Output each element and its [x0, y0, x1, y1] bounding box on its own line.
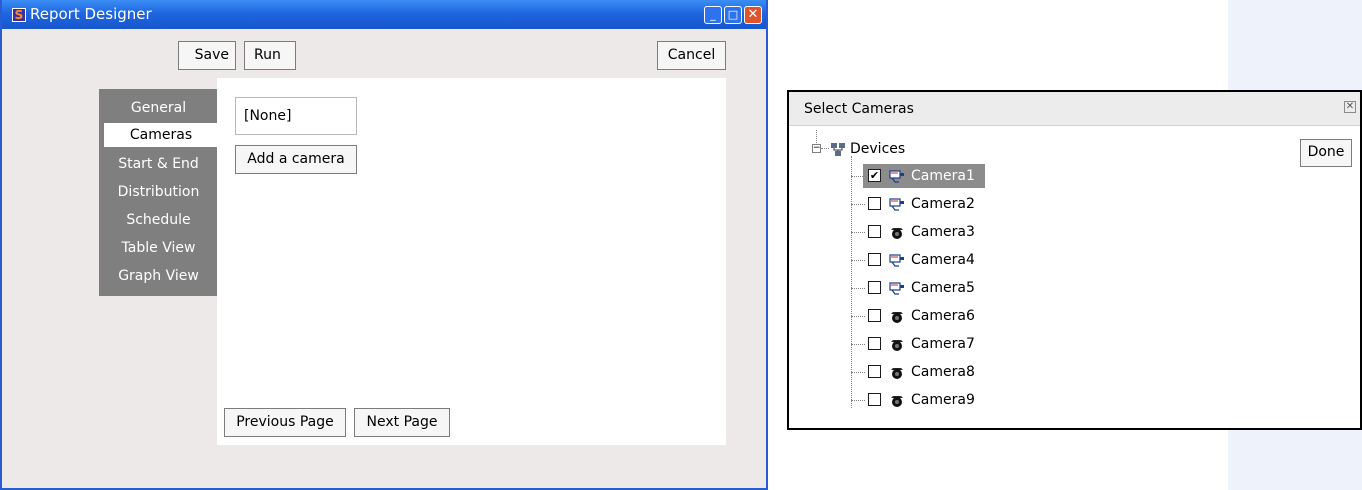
- camera-checkbox[interactable]: [868, 309, 881, 322]
- nav-item-cameras[interactable]: Cameras: [104, 123, 218, 147]
- sidebar-nav: General Cameras Start & End Distribution…: [99, 89, 218, 296]
- tree-connector: [816, 130, 817, 143]
- maximize-button[interactable]: □: [724, 6, 742, 24]
- dome-camera-icon: [891, 312, 903, 323]
- camera-checkbox[interactable]: [868, 253, 881, 266]
- camera-checkbox[interactable]: [868, 225, 881, 238]
- app-logo-icon: S: [12, 8, 26, 22]
- save-button[interactable]: Save: [178, 41, 236, 70]
- camera-label: Camera2: [911, 196, 975, 212]
- cancel-button[interactable]: Cancel: [657, 41, 726, 70]
- camera-label: Camera7: [911, 336, 975, 352]
- camera-checkbox[interactable]: [868, 393, 881, 406]
- dome-camera-icon: [891, 340, 903, 351]
- nav-item-table-view[interactable]: Table View: [99, 235, 218, 261]
- camera-label: Camera9: [911, 392, 975, 408]
- tree-connector: [851, 400, 865, 401]
- title-bar[interactable]: S Report Designer _ □ ✕: [2, 0, 766, 29]
- tree-connector: [851, 344, 865, 345]
- minimize-button[interactable]: _: [704, 6, 722, 24]
- dialog-title-bar: Select Cameras ✕: [789, 92, 1360, 126]
- tree-connector: [851, 372, 865, 373]
- camera-label: Camera3: [911, 224, 975, 240]
- nav-item-general[interactable]: General: [99, 95, 218, 121]
- camera-list-item[interactable]: ✔ Camera1: [863, 164, 985, 188]
- camera-label: Camera1: [911, 168, 975, 184]
- report-designer-window: S Report Designer _ □ ✕ Save Run Cancel …: [0, 0, 768, 490]
- camera-checkbox[interactable]: [868, 197, 881, 210]
- network-devices-icon: [831, 143, 845, 156]
- box-camera-icon: [889, 282, 904, 295]
- camera-label: Camera6: [911, 308, 975, 324]
- nav-item-distribution[interactable]: Distribution: [99, 179, 218, 205]
- camera-checkbox[interactable]: ✔: [868, 169, 881, 182]
- tree-connector: [851, 260, 865, 261]
- dialog-title: Select Cameras: [804, 101, 914, 117]
- camera-checkbox[interactable]: [868, 281, 881, 294]
- camera-label: Camera8: [911, 364, 975, 380]
- run-button[interactable]: Run: [244, 41, 296, 70]
- tree-connector: [851, 204, 865, 205]
- dialog-close-button[interactable]: ✕: [1344, 101, 1356, 113]
- tree-connector: [851, 232, 865, 233]
- dome-camera-icon: [891, 368, 903, 379]
- tree-root-devices[interactable]: Devices: [850, 141, 905, 157]
- window-title: Report Designer: [30, 5, 152, 23]
- collapse-toggle[interactable]: −: [812, 144, 821, 153]
- box-camera-icon: [889, 170, 904, 183]
- previous-page-button[interactable]: Previous Page: [224, 408, 346, 437]
- tree-connector: [851, 156, 852, 408]
- box-camera-icon: [889, 198, 904, 211]
- box-camera-icon: [889, 254, 904, 267]
- selected-cameras-field: [None]: [235, 97, 357, 135]
- tree-connector: [851, 288, 865, 289]
- dome-camera-icon: [891, 228, 903, 239]
- next-page-button[interactable]: Next Page: [354, 408, 450, 437]
- tree-connector: [851, 316, 865, 317]
- nav-item-graph-view[interactable]: Graph View: [99, 263, 218, 289]
- dome-camera-icon: [891, 396, 903, 407]
- done-button[interactable]: Done: [1300, 139, 1352, 167]
- camera-label: Camera5: [911, 280, 975, 296]
- camera-checkbox[interactable]: [868, 365, 881, 378]
- camera-label: Camera4: [911, 252, 975, 268]
- nav-item-schedule[interactable]: Schedule: [99, 207, 218, 233]
- tree-connector: [821, 148, 829, 149]
- camera-checkbox[interactable]: [868, 337, 881, 350]
- select-cameras-dialog: Select Cameras ✕ Done − Devices ✔ Camera1…: [787, 90, 1362, 430]
- close-button[interactable]: ✕: [744, 6, 762, 24]
- add-camera-button[interactable]: Add a camera: [235, 145, 357, 174]
- nav-item-start-end[interactable]: Start & End: [99, 151, 218, 177]
